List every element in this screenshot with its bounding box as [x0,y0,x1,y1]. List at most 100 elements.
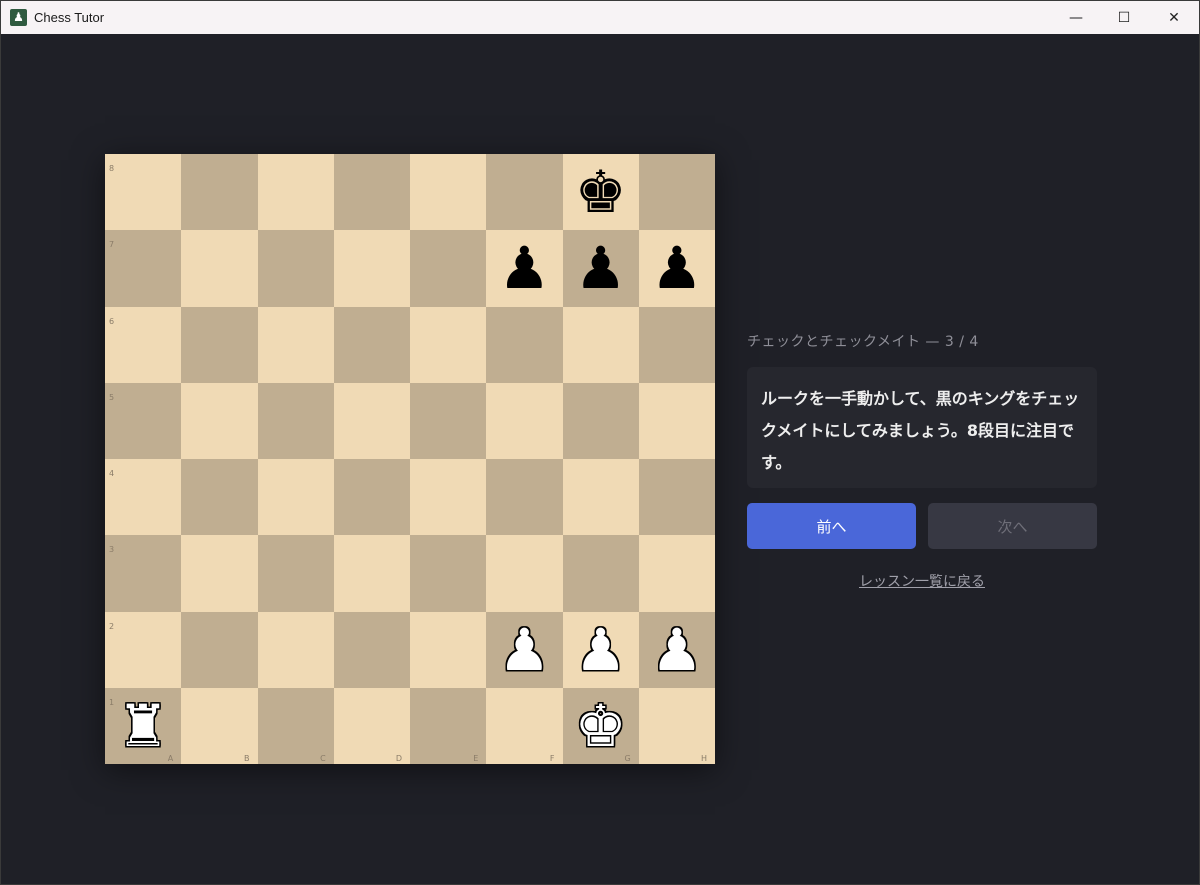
square-d1[interactable]: D [333,687,410,764]
square-d3[interactable] [333,535,410,612]
square-f8[interactable] [486,154,563,231]
chess-board[interactable]: 8 ♚ 7 ♟ ♟ ♟ 6 5 4 3 2 ♟ ♟ ♟ 1 A ♜ B C D E F G ♚ H [105,154,715,764]
rank-label: 5 [109,392,115,402]
square-c7[interactable] [257,230,334,307]
square-e2[interactable] [410,611,487,688]
square-d4[interactable] [333,459,410,536]
black-pawn-g7-piece[interactable]: ♟ [563,230,639,306]
square-d5[interactable] [333,382,410,459]
square-f2[interactable]: ♟ [486,611,563,688]
lesson-progress: チェックとチェックメイト — 3 / 4 [747,334,979,350]
square-c8[interactable] [257,154,334,231]
square-a4[interactable]: 4 [105,459,182,536]
prev-button[interactable]: 前へ [747,503,916,549]
close-button[interactable]: ✕ [1151,1,1197,34]
square-a2[interactable]: 2 [105,611,182,688]
window-title: Chess Tutor [34,10,105,25]
square-a3[interactable]: 3 [105,535,182,612]
white-pawn-g2-piece[interactable]: ♟ [563,612,639,688]
square-g7[interactable]: ♟ [562,230,639,307]
square-e3[interactable] [410,535,487,612]
square-g4[interactable] [562,459,639,536]
square-b1[interactable]: B [181,687,258,764]
white-king-piece[interactable]: ♚ [563,688,639,764]
rank-label: 6 [109,316,115,326]
rank-label: 4 [109,469,115,478]
square-e8[interactable] [410,154,487,231]
white-pawn-h2-piece[interactable]: ♟ [639,612,715,688]
square-b6[interactable] [181,306,258,383]
square-c2[interactable] [257,611,334,688]
square-e6[interactable] [410,306,487,383]
square-h6[interactable] [638,306,715,383]
file-label: B [244,754,250,763]
square-f4[interactable] [486,459,563,536]
square-c5[interactable] [257,382,334,459]
square-c6[interactable] [257,306,334,383]
square-a1[interactable]: 1 A ♜ [105,687,182,764]
square-c4[interactable] [257,459,334,536]
file-label: E [473,754,479,763]
square-g5[interactable] [562,382,639,459]
chess-pawn-icon: ♟ [10,9,27,26]
square-f6[interactable] [486,306,563,383]
square-b4[interactable] [181,459,258,536]
next-button[interactable]: 次へ [928,503,1097,549]
square-a6[interactable]: 6 [105,306,182,383]
square-h7[interactable]: ♟ [638,230,715,307]
square-d6[interactable] [333,306,410,383]
square-f3[interactable] [486,535,563,612]
square-f7[interactable]: ♟ [486,230,563,307]
square-e1[interactable]: E [410,687,487,764]
square-b8[interactable] [181,154,258,231]
square-d7[interactable] [333,230,410,307]
square-c3[interactable] [257,535,334,612]
file-label: C [320,754,326,763]
square-b2[interactable] [181,611,258,688]
rank-label: 7 [109,240,115,250]
file-label: F [549,754,555,763]
white-rook-piece[interactable]: ♜ [105,688,181,764]
white-pawn-f2-piece[interactable]: ♟ [486,612,562,688]
square-e5[interactable] [410,382,487,459]
square-h2[interactable]: ♟ [638,611,715,688]
square-g2[interactable]: ♟ [562,611,639,688]
square-g8[interactable]: ♚ [562,154,639,231]
back-to-lessons-link[interactable]: レッスン一覧に戻る [747,571,1097,591]
black-king-piece[interactable]: ♚ [563,154,639,230]
lesson-instruction: ルークを一手動かして、黒のキングをチェックメイトにしてみましょう。8段目に注目で… [747,367,1097,488]
rank-label: 3 [109,545,115,555]
square-f1[interactable]: F [486,687,563,764]
square-h4[interactable] [638,459,715,536]
app-window: ♟ Chess Tutor — ☐ ✕ 8 ♚ 7 ♟ ♟ ♟ 6 5 4 3 2 ♟ ♟ ♟ 1 A ♜ B C D… [0,0,1200,885]
square-a5[interactable]: 5 [105,382,182,459]
square-g3[interactable] [562,535,639,612]
square-d8[interactable] [333,154,410,231]
nav-buttons: 前へ 次へ [747,503,1097,549]
square-a7[interactable]: 7 [105,230,182,307]
black-pawn-f7-piece[interactable]: ♟ [486,230,562,306]
title-bar: ♟ Chess Tutor — ☐ ✕ [1,1,1199,34]
square-d2[interactable] [333,611,410,688]
lesson-panel: チェックとチェックメイト — 3 / 4 ルークを一手動かして、黒のキングをチェ… [747,331,1097,591]
square-h1[interactable]: H [638,687,715,764]
square-f5[interactable] [486,382,563,459]
square-h5[interactable] [638,382,715,459]
rank-label: 8 [109,164,115,173]
file-label: D [395,754,402,763]
square-b5[interactable] [181,382,258,459]
square-a8[interactable]: 8 [105,154,182,231]
file-label: H [700,754,707,763]
maximize-button[interactable]: ☐ [1101,1,1147,34]
square-g6[interactable] [562,306,639,383]
square-b7[interactable] [181,230,258,307]
square-b3[interactable] [181,535,258,612]
square-g1[interactable]: G ♚ [562,687,639,764]
square-e4[interactable] [410,459,487,536]
square-e7[interactable] [410,230,487,307]
square-h8[interactable] [638,154,715,231]
minimize-button[interactable]: — [1053,1,1099,34]
black-pawn-h7-piece[interactable]: ♟ [639,230,715,306]
square-h3[interactable] [638,535,715,612]
square-c1[interactable]: C [257,687,334,764]
